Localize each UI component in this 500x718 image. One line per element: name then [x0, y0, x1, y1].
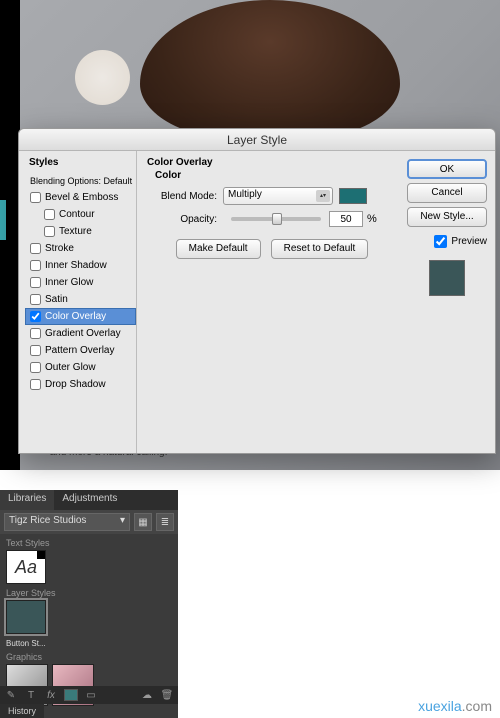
checkbox-bevel[interactable] [30, 192, 41, 203]
cloud-icon[interactable]: ☁ [140, 688, 154, 702]
layer-style-dialog: Layer Style Styles Blending Options: Def… [18, 128, 496, 454]
blend-mode-select[interactable]: Multiply ▴▾ [223, 187, 333, 205]
panel-subtitle: Color [155, 170, 397, 181]
make-default-button[interactable]: Make Default [176, 239, 261, 259]
cancel-button[interactable]: Cancel [407, 183, 487, 203]
photo-flower [75, 50, 130, 105]
checkbox-pattern-overlay[interactable] [30, 345, 41, 356]
checkbox-outer-glow[interactable] [30, 362, 41, 373]
checkbox-color-overlay[interactable] [30, 311, 41, 322]
style-bevel-emboss[interactable]: Bevel & Emboss [25, 189, 136, 206]
style-satin[interactable]: Satin [25, 291, 136, 308]
checkbox-inner-shadow[interactable] [30, 260, 41, 271]
list-view-icon[interactable]: ≣ [156, 513, 174, 531]
style-pattern-overlay[interactable]: Pattern Overlay [25, 342, 136, 359]
checkbox-contour[interactable] [44, 209, 55, 220]
layer-style-thumb[interactable] [6, 600, 46, 634]
photo-hair [140, 0, 400, 140]
brush-icon[interactable]: ✎ [4, 688, 18, 702]
style-outer-glow[interactable]: Outer Glow [25, 359, 136, 376]
tab-adjustments[interactable]: Adjustments [54, 490, 125, 510]
blending-options-row[interactable]: Blending Options: Default [25, 172, 136, 189]
preview-swatch [429, 260, 465, 296]
new-style-button[interactable]: New Style... [407, 207, 487, 227]
opacity-input[interactable] [329, 211, 363, 227]
style-stroke[interactable]: Stroke [25, 240, 136, 257]
graphics-label: Graphics [0, 648, 178, 664]
dialog-title: Layer Style [19, 129, 495, 151]
style-inner-glow[interactable]: Inner Glow [25, 274, 136, 291]
color-chip[interactable] [64, 689, 78, 701]
text-style-thumb[interactable]: Aa [6, 550, 46, 584]
tab-libraries[interactable]: Libraries [0, 490, 54, 510]
opacity-label: Opacity: [147, 214, 217, 225]
text-icon[interactable]: T [24, 688, 38, 702]
style-contour[interactable]: Contour [25, 206, 136, 223]
style-texture[interactable]: Texture [25, 223, 136, 240]
right-column: OK Cancel New Style... Preview [407, 151, 495, 453]
layer-style-name: Button St... [0, 637, 178, 648]
reset-default-button[interactable]: Reset to Default [271, 239, 369, 259]
libraries-bottom-bar: ✎ T fx ▭ ☁ 🗑 [0, 686, 178, 704]
library-select[interactable]: Tigz Rice Studios [4, 513, 130, 531]
overlay-color-swatch[interactable] [339, 188, 367, 204]
style-gradient-overlay[interactable]: Gradient Overlay [25, 325, 136, 342]
styles-header[interactable]: Styles [29, 157, 136, 168]
style-inner-shadow[interactable]: Inner Shadow [25, 257, 136, 274]
center-panel: Color Overlay Color Blend Mode: Multiply… [137, 151, 407, 453]
panel-title: Color Overlay [147, 157, 397, 168]
layer-icon[interactable]: ▭ [84, 688, 98, 702]
preview-label: Preview [451, 236, 487, 247]
trash-icon[interactable]: 🗑 [160, 688, 174, 702]
checkbox-drop-shadow[interactable] [30, 379, 41, 390]
opacity-slider-thumb[interactable] [272, 213, 282, 225]
checkbox-gradient-overlay[interactable] [30, 328, 41, 339]
preview-checkbox[interactable] [434, 235, 447, 248]
checkbox-inner-glow[interactable] [30, 277, 41, 288]
libraries-panel: Libraries Adjustments Tigz Rice Studios … [0, 490, 178, 718]
opacity-unit: % [367, 213, 377, 225]
style-drop-shadow[interactable]: Drop Shadow [25, 376, 136, 393]
tab-history[interactable]: History [0, 704, 44, 718]
styles-column: Styles Blending Options: Default Bevel &… [19, 151, 137, 453]
fx-icon[interactable]: fx [44, 688, 58, 702]
grid-view-icon[interactable]: ▦ [134, 513, 152, 531]
text-styles-label: Text Styles [0, 534, 178, 550]
corner-mark-icon [37, 551, 45, 559]
checkbox-stroke[interactable] [30, 243, 41, 254]
layer-styles-label: Layer Styles [0, 584, 178, 600]
ok-button[interactable]: OK [407, 159, 487, 179]
watermark: xuexila.com [418, 698, 492, 714]
style-color-overlay[interactable]: Color Overlay [25, 308, 136, 325]
checkbox-satin[interactable] [30, 294, 41, 305]
checkbox-texture[interactable] [44, 226, 55, 237]
blend-mode-label: Blend Mode: [147, 191, 217, 202]
teal-accent [0, 200, 6, 240]
select-arrow-icon: ▴▾ [316, 190, 330, 202]
opacity-slider[interactable] [231, 217, 321, 221]
